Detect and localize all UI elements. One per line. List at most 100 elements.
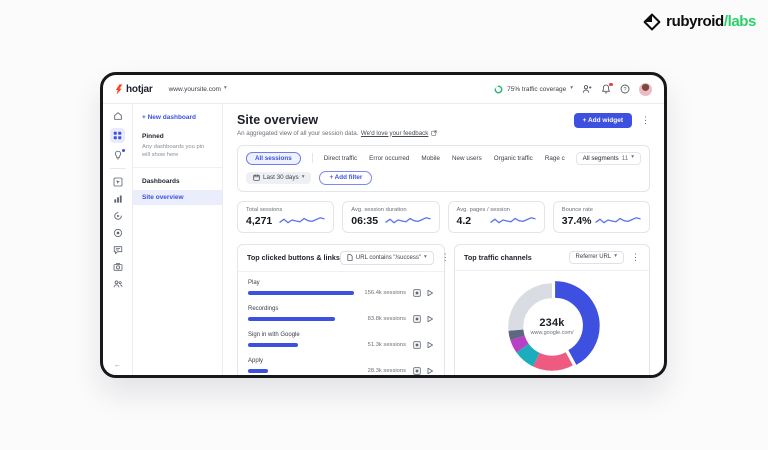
- site-selector[interactable]: www.yoursite.com ▾: [169, 86, 227, 93]
- donut-chart: 234k www.google.com/: [496, 274, 608, 379]
- segments-panel: All sessions Direct traffic Error occurre…: [237, 145, 650, 192]
- chevron-down-icon: ▾: [224, 86, 227, 92]
- hotjar-logo[interactable]: hotjar: [114, 84, 153, 95]
- clicked-row-bar: [248, 369, 268, 373]
- page-kebab-menu-icon[interactable]: ⋮: [641, 116, 650, 125]
- metric-label: Avg. pages / session: [457, 207, 536, 213]
- clicked-row-bar-track: [248, 369, 358, 373]
- segment-tab[interactable]: Mobile: [421, 155, 440, 162]
- funnels-target-icon[interactable]: [113, 228, 123, 238]
- clicked-rows-list: Play 156.4k sessions Recordings 83.8k se…: [238, 272, 444, 379]
- clicked-row-label: Apply: [248, 358, 434, 364]
- metric-card[interactable]: Avg. pages / session 4.2: [448, 201, 545, 233]
- metric-card[interactable]: Total sessions 4,271: [237, 201, 334, 233]
- top-clicked-widget: Top clicked buttons & links URL contains…: [237, 244, 445, 379]
- metric-label: Total sessions: [246, 207, 325, 213]
- trends-bar-chart-icon[interactable]: [113, 194, 123, 204]
- chevron-down-icon: ▾: [570, 86, 573, 92]
- view-heatmap-icon[interactable]: [413, 289, 421, 297]
- metric-card[interactable]: Bounce rate 37.4%: [553, 201, 650, 233]
- clicked-row: Recordings 83.8k sessions: [248, 306, 434, 323]
- clicked-row-label: Sign in with Google: [248, 332, 434, 338]
- clicked-row-bar-track: [248, 317, 358, 321]
- notifications-button[interactable]: [601, 84, 611, 94]
- metric-label: Avg. session duration: [351, 207, 430, 213]
- unread-notification-dot: [609, 83, 613, 87]
- insights-nav[interactable]: [113, 150, 123, 160]
- traffic-coverage-menu[interactable]: 75% traffic coverage ▾: [494, 85, 573, 94]
- segment-tab[interactable]: New users: [452, 155, 482, 162]
- calendar-icon: [253, 174, 260, 181]
- view-heatmap-icon[interactable]: [413, 341, 421, 349]
- recordings-icon[interactable]: [113, 211, 123, 221]
- add-filter-button[interactable]: + Add filter: [319, 171, 372, 185]
- date-range-dropdown[interactable]: Last 30 days ▾: [246, 172, 311, 184]
- icon-rail: ←: [103, 104, 133, 375]
- metric-value: 06:35: [351, 215, 378, 227]
- add-widget-button[interactable]: + Add widget: [574, 113, 632, 128]
- clicked-row-bar-track: [248, 291, 354, 295]
- segments-count: 11: [622, 155, 629, 162]
- clicked-row-bar: [248, 291, 354, 295]
- sidebar-item-site-overview[interactable]: Site overview: [133, 190, 222, 205]
- segment-tab-selected[interactable]: All sessions: [246, 152, 301, 165]
- chevron-down-icon: ▾: [302, 175, 305, 181]
- surveys-chat-icon[interactable]: [113, 245, 123, 255]
- clicked-row-label: Play: [248, 280, 434, 286]
- segment-tab[interactable]: Rage clicked: [545, 155, 565, 162]
- invite-user-icon[interactable]: [582, 84, 592, 94]
- user-avatar[interactable]: [639, 83, 652, 96]
- team-users-icon[interactable]: [113, 279, 123, 289]
- brand-suffix: /labs: [724, 13, 756, 30]
- home-icon[interactable]: [113, 111, 123, 121]
- rail-divider: [110, 168, 126, 169]
- pinned-section-label: Pinned: [133, 123, 222, 143]
- play-recording-icon[interactable]: [426, 341, 434, 349]
- play-recording-icon[interactable]: [426, 367, 434, 375]
- view-heatmap-icon[interactable]: [413, 367, 421, 375]
- clicked-row-bar: [248, 343, 298, 347]
- site-selector-value: www.yoursite.com: [169, 86, 221, 93]
- heatmaps-icon[interactable]: [113, 177, 123, 187]
- dashboards-nav-active[interactable]: [110, 128, 125, 143]
- clicked-row: Play 156.4k sessions: [248, 280, 434, 297]
- brand-name: rubyroid: [666, 13, 724, 30]
- segment-tab[interactable]: Error occurred: [369, 155, 409, 162]
- play-recording-icon[interactable]: [426, 289, 434, 297]
- segment-list: Direct traffic Error occurred Mobile New us…: [324, 155, 565, 162]
- interviews-camera-icon[interactable]: [113, 262, 123, 272]
- widget-title: Top traffic channels: [464, 253, 532, 262]
- help-icon[interactable]: ?: [620, 84, 630, 94]
- hotjar-flame-icon: [114, 84, 123, 95]
- collapse-sidebar-icon[interactable]: ←: [114, 362, 121, 369]
- hotjar-wordmark: hotjar: [126, 84, 153, 95]
- view-heatmap-icon[interactable]: [413, 315, 421, 323]
- page-icon: [347, 254, 353, 261]
- all-segments-dropdown[interactable]: All segments 11 ▾: [576, 152, 641, 165]
- new-dashboard-link[interactable]: + New dashboard: [133, 112, 222, 123]
- widget-kebab-menu-icon[interactable]: ⋮: [631, 253, 640, 262]
- notification-dot: [122, 149, 125, 152]
- segment-tab[interactable]: Organic traffic: [494, 155, 533, 162]
- main-content: Site overview An aggregated view of all …: [223, 104, 664, 375]
- sparkline-chart: [490, 214, 536, 227]
- rubyroidlabs-icon: [643, 13, 661, 31]
- play-recording-icon[interactable]: [426, 315, 434, 323]
- widget-kebab-menu-icon[interactable]: ⋮: [441, 253, 450, 262]
- clicked-row-sessions: 28.3k sessions: [368, 368, 406, 374]
- segment-tab[interactable]: Direct traffic: [324, 155, 357, 162]
- feedback-link[interactable]: We'd love your feedback: [361, 130, 428, 137]
- referrer-dropdown[interactable]: Referrer URL ▾: [569, 251, 624, 264]
- traffic-channels-widget: Top traffic channels Referrer URL ▾ ⋮ 23…: [454, 244, 650, 379]
- pinned-hint-text: Any dashboards you pin will show here: [133, 143, 222, 159]
- dashboards-grid-icon: [113, 131, 122, 140]
- metric-card[interactable]: Avg. session duration 06:35: [342, 201, 439, 233]
- sparkline-chart: [279, 214, 325, 227]
- url-filter-dropdown[interactable]: URL contains "/success" ▾: [340, 251, 434, 265]
- page-subtitle: An aggregated view of all your session d…: [237, 130, 437, 137]
- metric-value: 37.4%: [562, 215, 592, 227]
- app-window-frame: hotjar www.yoursite.com ▾ 75% traffic co…: [100, 72, 667, 378]
- clicked-row-sessions: 83.8k sessions: [368, 316, 406, 322]
- clicked-row: Sign in with Google 51.3k sessions: [248, 332, 434, 349]
- segment-divider: [312, 153, 313, 163]
